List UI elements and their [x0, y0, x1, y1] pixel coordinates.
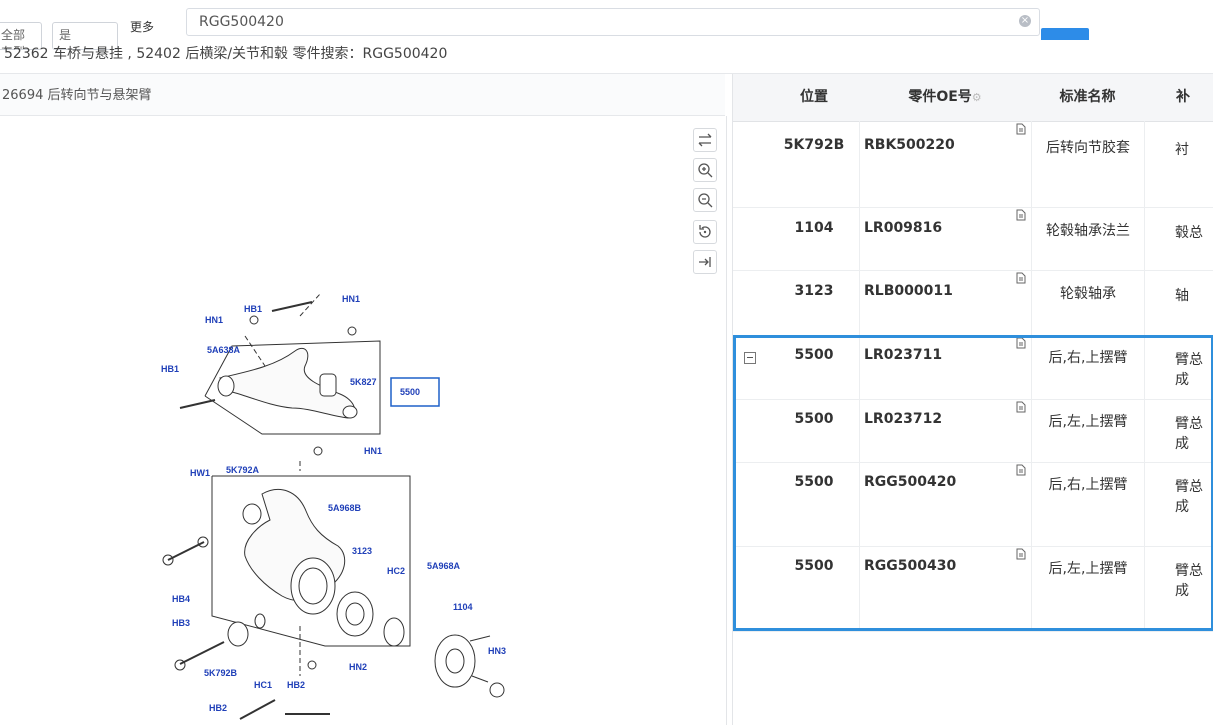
- more-button[interactable]: 更多: [130, 18, 154, 35]
- column-header-oe-label: 零件OE号: [908, 89, 972, 105]
- diagram-label[interactable]: HB4: [172, 594, 190, 604]
- diagram-panel: 5500 HB1 HN1 HB1 HN1 5A638A 5K827 HN1 HW…: [0, 116, 727, 725]
- diagram-label[interactable]: 5K792A: [226, 465, 260, 475]
- cell-oe-text[interactable]: LR023712: [864, 411, 942, 427]
- table-row[interactable]: 5500 RGG500420 后,右,上摆臂 臂总成: [733, 462, 1213, 547]
- table-row[interactable]: 1104 LR009816 轮毂轴承法兰 毂总: [733, 207, 1213, 271]
- parts-table: 位置 零件OE号⚙ 标准名称 补 5K792B RBK500220 后转向节胶套…: [732, 74, 1213, 725]
- diagram-label[interactable]: HN2: [349, 662, 367, 672]
- zoom-in-icon[interactable]: [693, 158, 717, 182]
- cell-oe: LR023711: [859, 335, 1031, 399]
- cell-oe-text[interactable]: LR023711: [864, 347, 942, 363]
- diagram-label[interactable]: HN1: [342, 294, 360, 304]
- column-header-oe[interactable]: 零件OE号⚙: [859, 74, 1031, 121]
- cell-oe: RBK500220: [859, 121, 1031, 207]
- document-icon[interactable]: [1016, 464, 1026, 476]
- cell-name: 轮毂轴承: [1031, 270, 1144, 335]
- diagram-label[interactable]: 5A968A: [427, 561, 461, 571]
- table-row[interactable]: 3123 RLB000011 轮毂轴承 轴: [733, 270, 1213, 336]
- cell-oe-text[interactable]: RGG500420: [864, 474, 956, 490]
- search-input[interactable]: RGG500420 ×: [186, 8, 1040, 36]
- cell-oe-text[interactable]: LR009816: [864, 220, 942, 236]
- cell-extra: 轴: [1144, 270, 1213, 335]
- document-icon[interactable]: [1016, 209, 1026, 221]
- document-icon[interactable]: [1016, 123, 1026, 135]
- document-icon[interactable]: [1016, 337, 1026, 349]
- document-icon[interactable]: [1016, 401, 1026, 413]
- diagram-label[interactable]: 1104: [453, 602, 473, 612]
- diagram-label[interactable]: 3123: [352, 546, 372, 556]
- cell-oe: LR009816: [859, 207, 1031, 270]
- cell-name: 后,右,上摆臂: [1031, 462, 1144, 546]
- diagram-label[interactable]: 5A638A: [207, 345, 241, 355]
- cell-position: 5500: [794, 558, 834, 574]
- table-row[interactable]: 5K792B RBK500220 后转向节胶套 衬: [733, 121, 1213, 208]
- cell-name: 后,左,上摆臂: [1031, 399, 1144, 462]
- cell-position: 5500: [794, 347, 834, 363]
- cell-position: 5500: [794, 474, 834, 490]
- search-input-value: RGG500420: [199, 14, 284, 30]
- cell-oe: RLB000011: [859, 270, 1031, 335]
- cell-position: 5K792B: [783, 137, 845, 153]
- document-icon[interactable]: [1016, 548, 1026, 560]
- swap-icon[interactable]: [693, 128, 717, 152]
- diagram-label[interactable]: HN1: [364, 446, 382, 456]
- cell-oe-text[interactable]: RBK500220: [864, 137, 955, 153]
- cell-extra: 臂总成: [1144, 399, 1213, 462]
- cell-oe: RGG500420: [859, 462, 1031, 546]
- diagram-label[interactable]: HB1: [161, 364, 179, 374]
- search-button[interactable]: [1041, 28, 1089, 40]
- cell-oe-text[interactable]: RGG500430: [864, 558, 956, 574]
- cell-position: 3123: [794, 283, 834, 299]
- cell-position: 5500: [794, 411, 834, 427]
- table-row[interactable]: 5500 RGG500430 后,左,上摆臂 臂总成: [733, 546, 1213, 632]
- cell-name: 后,左,上摆臂: [1031, 546, 1144, 631]
- diagram-label[interactable]: HB1: [244, 304, 262, 314]
- cell-name: 轮毂轴承法兰: [1031, 207, 1144, 270]
- diagram-label[interactable]: HB2: [287, 680, 305, 690]
- breadcrumb: 52362 车桥与悬挂 , 52402 后横梁/关节和毂 零件搜索：RGG500…: [0, 40, 1213, 74]
- diagram-label[interactable]: 5K792B: [204, 668, 238, 678]
- cell-extra: 毂总: [1144, 207, 1213, 270]
- diagram-label[interactable]: 5K827: [350, 377, 377, 387]
- diagram-label[interactable]: HN1: [205, 315, 223, 325]
- cell-oe: RGG500430: [859, 546, 1031, 631]
- collapse-group-button[interactable]: [744, 352, 756, 364]
- diagram-label[interactable]: HB2: [209, 703, 227, 713]
- cell-name: 后转向节胶套: [1031, 121, 1144, 207]
- diagram-title: 26694 后转向节与悬架臂: [0, 74, 725, 116]
- collapse-panel-icon[interactable]: [693, 250, 717, 274]
- diagram-label[interactable]: 5A968B: [328, 503, 362, 513]
- table-header: 位置 零件OE号⚙ 标准名称 补: [733, 74, 1213, 122]
- close-circle-icon[interactable]: ×: [1019, 15, 1031, 27]
- cell-oe: LR023712: [859, 399, 1031, 462]
- table-row[interactable]: 5500 LR023712 后,左,上摆臂 臂总成: [733, 399, 1213, 463]
- zoom-out-icon[interactable]: [693, 188, 717, 212]
- diagram-label[interactable]: HB3: [172, 618, 190, 628]
- column-header-extra[interactable]: 补: [1144, 74, 1213, 121]
- diagram-label[interactable]: HC2: [387, 566, 405, 576]
- cell-position: 1104: [794, 220, 834, 236]
- column-header-position[interactable]: 位置: [769, 74, 859, 121]
- settings-icon[interactable]: ⚙: [972, 91, 982, 104]
- parts-diagram: 5500 HB1 HN1 HB1 HN1 5A638A 5K827 HN1 HW…: [161, 293, 506, 720]
- table-row[interactable]: 5500 LR023711 后,右,上摆臂 臂总成: [733, 335, 1213, 400]
- cell-extra: 衬: [1144, 121, 1213, 207]
- callout-label[interactable]: 5500: [400, 387, 420, 397]
- document-icon[interactable]: [1016, 272, 1026, 284]
- reset-icon[interactable]: [693, 220, 717, 244]
- diagram-label[interactable]: HC1: [254, 680, 272, 690]
- diagram-label[interactable]: HW1: [190, 468, 210, 478]
- column-header-name[interactable]: 标准名称: [1031, 74, 1144, 121]
- cell-oe-text[interactable]: RLB000011: [864, 283, 953, 299]
- diagram-label[interactable]: HN3: [488, 646, 506, 656]
- top-bar: 全部车型 是 更多 RGG500420 ×: [0, 0, 1213, 50]
- cell-extra: 臂总成: [1144, 546, 1213, 631]
- cell-name: 后,右,上摆臂: [1031, 335, 1144, 399]
- cell-extra: 臂总成: [1144, 335, 1213, 399]
- cell-extra: 臂总成: [1144, 462, 1213, 546]
